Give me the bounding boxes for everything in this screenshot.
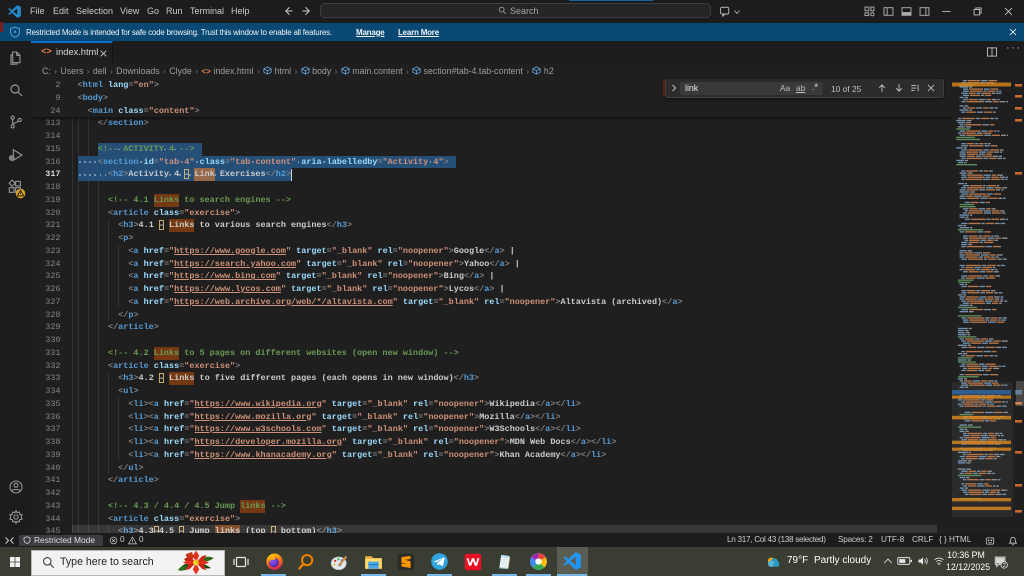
svg-text:2: 2 xyxy=(1003,563,1006,569)
